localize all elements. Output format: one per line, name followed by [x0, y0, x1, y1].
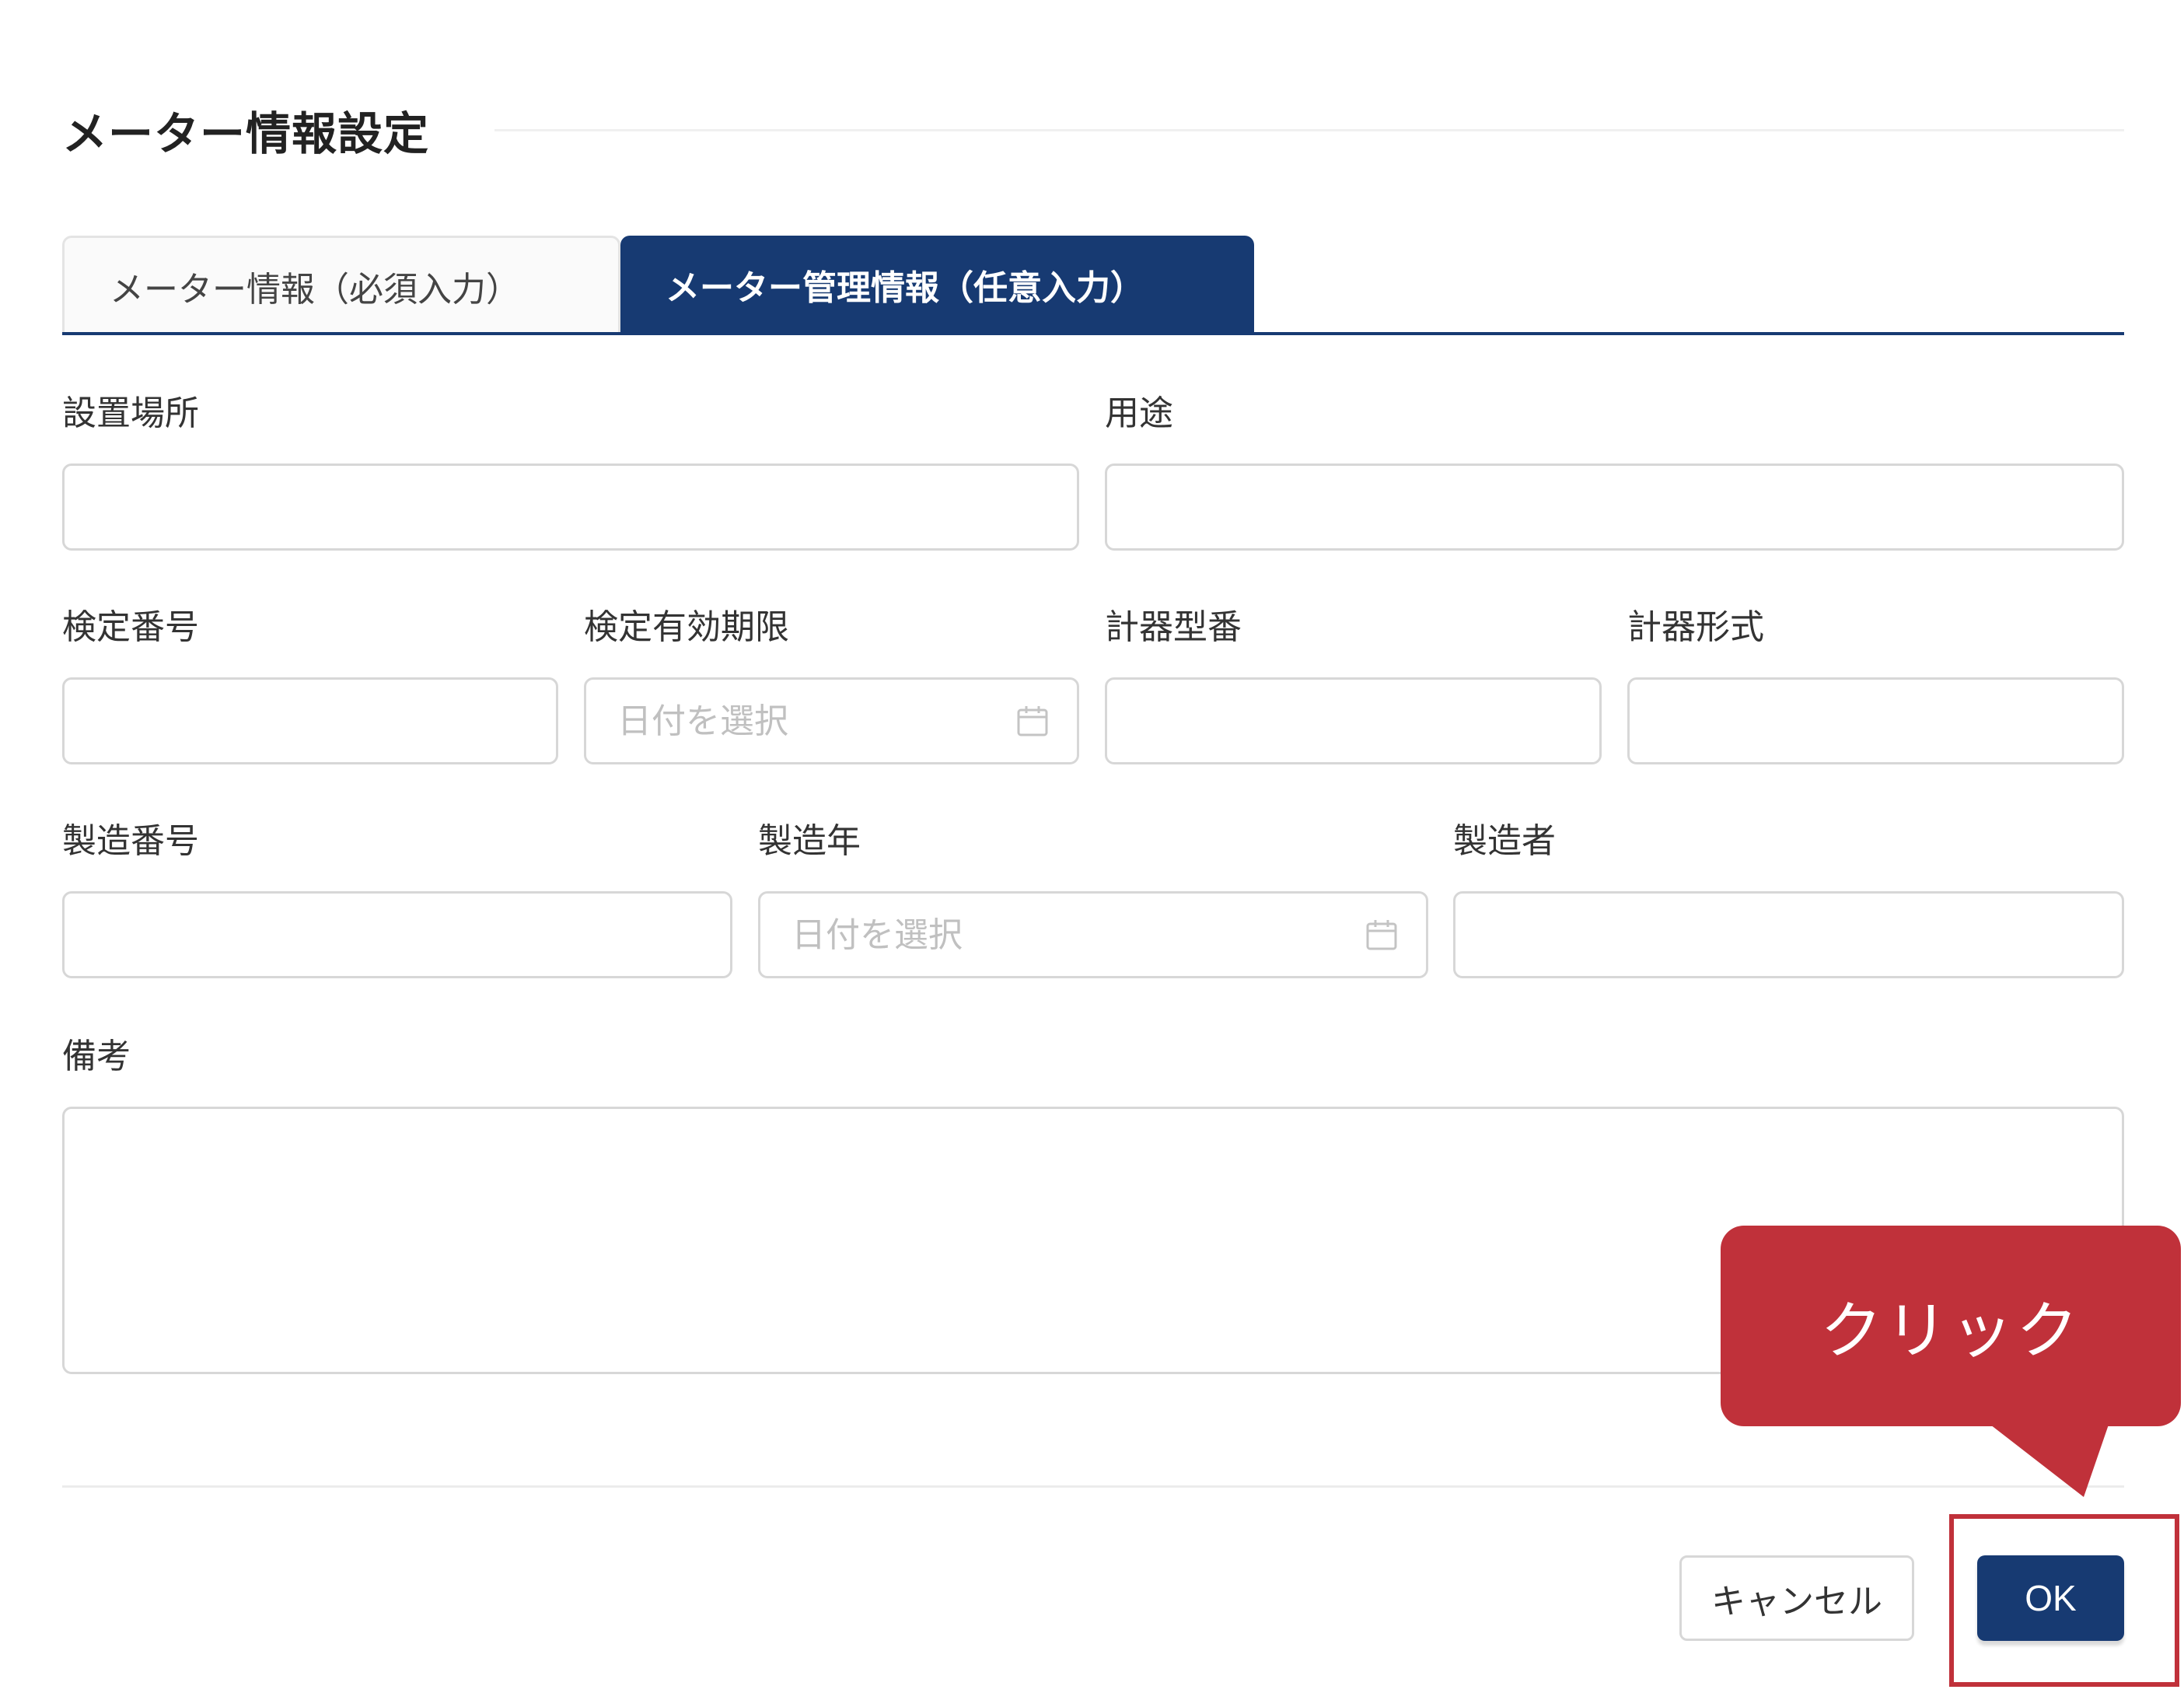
manufacturer-label: 製造者: [1453, 821, 1556, 861]
inspection-number-input[interactable]: [62, 677, 558, 764]
inspection-expiry-datepicker[interactable]: [584, 677, 1079, 764]
ok-button-highlight: [1949, 1514, 2179, 1687]
callout-text: クリック: [1820, 1295, 2081, 1367]
meter-model-number-label: 計器型番: [1105, 607, 1242, 647]
inspection-number-label: 検定番号: [62, 607, 199, 647]
installation-location-input[interactable]: [62, 463, 1079, 551]
remarks-label: 備考: [62, 1037, 131, 1076]
cancel-button[interactable]: キャンセル: [1679, 1555, 1914, 1641]
installation-location-label: 設置場所: [62, 394, 199, 433]
click-callout: クリック: [1721, 1226, 2181, 1426]
meter-type-label: 計器形式: [1627, 607, 1764, 647]
manufacture-year-datepicker[interactable]: [758, 891, 1428, 978]
tab-meter-management-optional[interactable]: メーター管理情報（任意入力）: [620, 236, 1254, 334]
meter-model-number-input[interactable]: [1105, 677, 1602, 764]
manufacturer-input[interactable]: [1453, 891, 2124, 978]
usage-label: 用途: [1105, 394, 1173, 433]
manufacture-year-input[interactable]: [758, 891, 1428, 978]
footer-divider: [62, 1485, 2124, 1488]
manufacture-year-label: 製造年: [758, 821, 861, 861]
calendar-icon[interactable]: [1365, 918, 1399, 952]
tab-underline: [62, 332, 2124, 335]
title-divider: [494, 129, 2124, 131]
serial-number-label: 製造番号: [62, 821, 199, 861]
tab-meter-info-required[interactable]: メーター情報（必須入力）: [62, 236, 620, 334]
inspection-expiry-input[interactable]: [584, 677, 1079, 764]
calendar-icon[interactable]: [1015, 704, 1050, 738]
serial-number-input[interactable]: [62, 891, 732, 978]
inspection-expiry-label: 検定有効期限: [584, 607, 789, 647]
dialog-title: メーター情報設定: [62, 107, 430, 160]
meter-type-input[interactable]: [1627, 677, 2124, 764]
usage-input[interactable]: [1105, 463, 2124, 551]
